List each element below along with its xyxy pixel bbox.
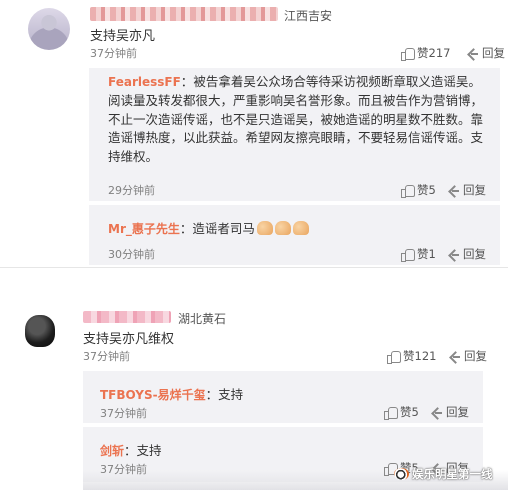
reply-icon [430, 406, 443, 418]
thumbs-up-icon [387, 350, 401, 364]
comment-location: 江西吉安 [284, 9, 333, 23]
reply-button[interactable]: 回复 [447, 246, 486, 262]
reply-button[interactable]: 回复 [447, 182, 486, 198]
reply-text: 剑斩：支持 [100, 443, 162, 458]
comment-text: 支持吴亦凡维权 [83, 332, 175, 347]
reply-author-link[interactable]: TFBOYS-易烊千玺 [100, 388, 206, 402]
like-label: 赞1 [417, 247, 436, 261]
thumbs-up-icon [401, 184, 415, 198]
comment-text: 支持吴亦凡 [90, 29, 156, 44]
reply-time: 37分钟前 [100, 463, 147, 476]
reply-label: 回复 [463, 247, 486, 261]
reply-label: 回复 [463, 183, 486, 197]
divider [0, 268, 508, 290]
clap-emoji-icon [256, 221, 273, 235]
reply-button[interactable]: 回复 [430, 404, 469, 420]
reply-icon [447, 248, 460, 260]
avatar[interactable] [28, 8, 70, 50]
thumbs-up-icon [384, 406, 398, 420]
reply-time: 30分钟前 [108, 248, 155, 261]
avatar[interactable] [25, 315, 55, 347]
reply-label: 回复 [482, 46, 505, 60]
like-button[interactable]: 赞5 [384, 404, 419, 420]
reply-text-line: 被告拿着吴公众场合等待采访视频断章取义造谣 [193, 74, 456, 89]
comment-time: 37分钟前 [83, 350, 130, 363]
username-redacted[interactable] [90, 7, 278, 21]
thumbs-up-icon [401, 47, 415, 61]
like-label: 赞5 [417, 183, 436, 197]
reply-author-link[interactable]: 剑斩 [100, 444, 124, 458]
reply-body: 支持 [218, 387, 244, 402]
reply-body: 造谣者司马 [192, 221, 255, 236]
watermark: 娱乐明星第一线 [394, 466, 493, 482]
reply-icon [466, 47, 479, 59]
watermark-text: 娱乐明星第一线 [412, 467, 493, 481]
reply-author-link[interactable]: Mr_惠子先生 [108, 222, 180, 236]
reply-time: 37分钟前 [100, 407, 147, 420]
reply-text: Mr_惠子先生：造谣者司马 [108, 218, 309, 237]
comment-card-1: 江西吉安 支持吴亦凡 37分钟前 赞217 回复 FearlessFF：被告拿着… [0, 0, 508, 268]
weibo-logo-icon [394, 468, 409, 480]
clap-emoji-icon [292, 221, 309, 235]
reply-time: 29分钟前 [108, 184, 155, 197]
reply-body: 支持 [136, 443, 162, 458]
reply-label: 回复 [464, 349, 487, 363]
like-label: 赞121 [403, 349, 437, 363]
like-button[interactable]: 赞121 [387, 348, 436, 364]
username-redacted[interactable] [83, 311, 171, 323]
like-button[interactable]: 赞5 [401, 182, 436, 198]
reply-label: 回复 [446, 405, 469, 419]
clap-emoji-icon [274, 221, 291, 235]
reply-author-link[interactable]: FearlessFF [108, 75, 181, 89]
reply-text: TFBOYS-易烊千玺：支持 [100, 387, 244, 402]
like-label: 赞5 [400, 405, 419, 419]
comment-location: 湖北黄石 [178, 312, 227, 326]
reply-button[interactable]: 回复 [448, 348, 487, 364]
like-button[interactable]: 赞1 [401, 246, 436, 262]
reply-icon [448, 350, 461, 362]
reply-text: FearlessFF：被告拿着吴公众场合等待采访视频断章取义造谣吴。阅读量及转发… [108, 74, 484, 165]
like-button[interactable]: 赞217 [401, 45, 450, 61]
reply-button[interactable]: 回复 [466, 45, 505, 61]
like-label: 赞217 [417, 46, 451, 60]
reply-icon [447, 184, 460, 196]
thumbs-up-icon [401, 248, 415, 262]
comment-time: 37分钟前 [90, 47, 137, 60]
